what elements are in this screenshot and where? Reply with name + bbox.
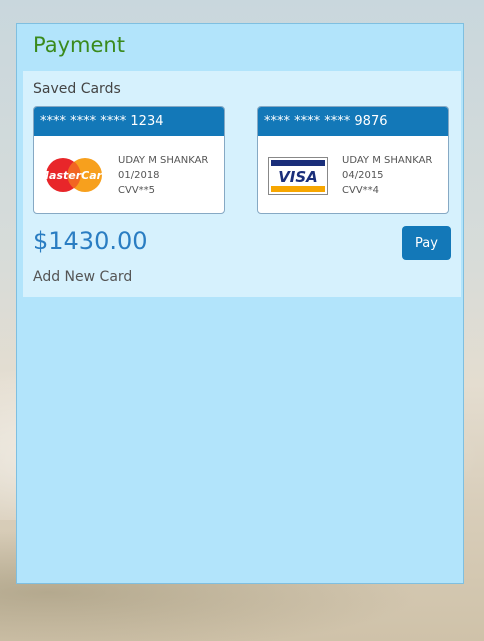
card-cvv: CVV**5 — [118, 185, 156, 196]
payment-panel: Payment Saved Cards **** **** **** 1234 … — [16, 23, 464, 584]
card-number: **** **** **** 9876 — [258, 107, 448, 136]
svg-text:VISA: VISA — [278, 168, 318, 186]
pay-button[interactable]: Pay — [402, 226, 451, 260]
add-new-card-link[interactable]: Add New Card — [33, 269, 132, 285]
card-details: UDAY M SHANKAR 04/2015 CVV**4 — [342, 153, 432, 198]
payment-amount: $1430.00 — [33, 227, 148, 255]
svg-text:MasterCard: MasterCard — [44, 169, 104, 182]
card-details: UDAY M SHANKAR 01/2018 CVV**5 — [118, 153, 208, 198]
saved-card-mastercard[interactable]: **** **** **** 1234 MasterCard UDAY M SH… — [33, 106, 225, 214]
panel-title: Payment — [33, 33, 125, 57]
card-number: **** **** **** 1234 — [34, 107, 224, 136]
saved-card-visa[interactable]: **** **** **** 9876 VISA UDAY M SHANKAR … — [257, 106, 449, 214]
cardholder-name: UDAY M SHANKAR — [342, 155, 433, 166]
saved-cards-label: Saved Cards — [33, 81, 121, 97]
mastercard-logo-icon: MasterCard — [38, 157, 110, 197]
card-expiry: 04/2015 — [342, 170, 384, 181]
cardholder-name: UDAY M SHANKAR — [118, 155, 209, 166]
visa-logo-icon: VISA — [268, 157, 328, 199]
card-expiry: 01/2018 — [118, 170, 160, 181]
card-cvv: CVV**4 — [342, 185, 380, 196]
saved-cards-section: Saved Cards **** **** **** 1234 MasterCa… — [23, 71, 461, 297]
